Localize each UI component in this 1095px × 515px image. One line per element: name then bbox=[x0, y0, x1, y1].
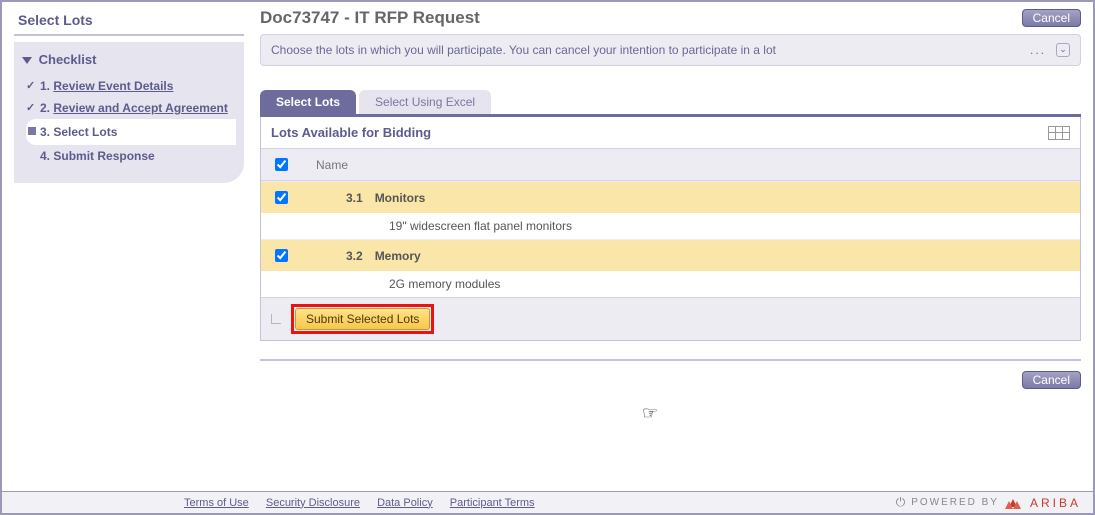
item-num: 4. bbox=[40, 149, 50, 163]
lot-row-1: 3.1 Monitors bbox=[261, 181, 1080, 213]
checklist-header[interactable]: Checklist bbox=[22, 52, 236, 75]
lot-name: Memory bbox=[375, 249, 421, 263]
content-divider bbox=[260, 359, 1081, 361]
cancel-button-bottom[interactable]: Cancel bbox=[1022, 371, 1081, 389]
content: Doc73747 - IT RFP Request Cancel Choose … bbox=[244, 8, 1081, 487]
grid-icon[interactable] bbox=[1048, 126, 1070, 140]
sidebar-divider bbox=[14, 34, 244, 36]
footer-bar: Terms of Use Security Disclosure Data Po… bbox=[2, 491, 1093, 513]
panel-title: Lots Available for Bidding bbox=[271, 125, 431, 140]
item-link[interactable]: Review Event Details bbox=[53, 79, 173, 93]
power-icon: ⏻ bbox=[896, 495, 908, 510]
checklist-label: Checklist bbox=[39, 52, 97, 67]
expand-icon[interactable]: ⌄ bbox=[1056, 43, 1070, 57]
item-label: Submit Response bbox=[53, 149, 154, 163]
tab-select-lots[interactable]: Select Lots bbox=[260, 90, 356, 114]
lot-checkbox[interactable] bbox=[275, 249, 288, 262]
checklist-box: Checklist ✓ 1. Review Event Details ✓ 2.… bbox=[14, 42, 244, 183]
instruction-more: ... bbox=[1026, 43, 1050, 57]
check-icon: ✓ bbox=[26, 101, 35, 114]
lot-num: 3.2 bbox=[316, 249, 363, 263]
cursor-icon: ☜ bbox=[642, 403, 658, 424]
corner-icon bbox=[271, 314, 281, 324]
ariba-icon bbox=[1005, 497, 1021, 509]
tab-select-excel[interactable]: Select Using Excel bbox=[359, 90, 491, 114]
sidebar-title: Select Lots bbox=[14, 8, 244, 32]
footer-link-participant[interactable]: Participant Terms bbox=[450, 497, 535, 509]
lot-desc-1: 19" widescreen flat panel monitors bbox=[261, 213, 1080, 239]
item-num: 2. bbox=[40, 101, 50, 115]
cancel-button[interactable]: Cancel bbox=[1022, 9, 1081, 27]
footer-links: Terms of Use Security Disclosure Data Po… bbox=[14, 497, 549, 509]
highlight-box: Submit Selected Lots bbox=[291, 304, 434, 334]
item-num: 1. bbox=[40, 79, 50, 93]
sidebar: Select Lots Checklist ✓ 1. Review Event … bbox=[14, 8, 244, 487]
instruction-bar: Choose the lots in which you will partic… bbox=[260, 34, 1081, 66]
checklist-item-3[interactable]: 3. Select Lots bbox=[26, 119, 236, 145]
panel-header: Lots Available for Bidding bbox=[261, 117, 1080, 148]
footer-link-data[interactable]: Data Policy bbox=[377, 497, 433, 509]
select-all-checkbox[interactable] bbox=[275, 158, 288, 171]
check-icon: ✓ bbox=[26, 79, 35, 92]
lot-desc-text: 2G memory modules bbox=[389, 277, 500, 291]
instruction-text: Choose the lots in which you will partic… bbox=[271, 43, 776, 57]
lot-checkbox[interactable] bbox=[275, 191, 288, 204]
item-link[interactable]: Review and Accept Agreement bbox=[53, 101, 228, 115]
doc-header: Doc73747 - IT RFP Request Cancel bbox=[260, 8, 1081, 34]
powered-label: POWERED BY bbox=[911, 497, 999, 508]
column-header: Name bbox=[261, 148, 1080, 181]
lot-desc-text: 19" widescreen flat panel monitors bbox=[389, 219, 572, 233]
ariba-brand: ARIBA bbox=[1030, 496, 1081, 510]
footer-link-terms[interactable]: Terms of Use bbox=[184, 497, 249, 509]
checklist-item-4[interactable]: 4. Submit Response bbox=[26, 145, 236, 167]
app-frame: Select Lots Checklist ✓ 1. Review Event … bbox=[0, 0, 1095, 515]
col-name: Name bbox=[316, 158, 348, 172]
checklist-item-2[interactable]: ✓ 2. Review and Accept Agreement bbox=[26, 97, 236, 119]
square-icon bbox=[28, 127, 36, 135]
tabs: Select Lots Select Using Excel bbox=[260, 90, 1081, 114]
lot-desc-2: 2G memory modules bbox=[261, 271, 1080, 297]
page-title: Doc73747 - IT RFP Request bbox=[260, 8, 480, 28]
lot-name: Monitors bbox=[375, 191, 426, 205]
chevron-down-icon bbox=[22, 57, 32, 64]
action-row: Submit Selected Lots bbox=[261, 297, 1080, 340]
submit-selected-lots-button[interactable]: Submit Selected Lots bbox=[295, 308, 430, 330]
item-label: Select Lots bbox=[53, 125, 117, 139]
lot-row-2: 3.2 Memory bbox=[261, 239, 1080, 271]
item-num: 3. bbox=[40, 125, 50, 139]
main-area: Select Lots Checklist ✓ 1. Review Event … bbox=[2, 2, 1093, 487]
footer-link-security[interactable]: Security Disclosure bbox=[266, 497, 360, 509]
footer-actions: Cancel bbox=[260, 371, 1081, 389]
checklist-item-1[interactable]: ✓ 1. Review Event Details bbox=[26, 75, 236, 97]
lots-panel: Lots Available for Bidding Name 3.1 Moni… bbox=[260, 117, 1081, 341]
lot-num: 3.1 bbox=[316, 191, 363, 205]
powered-by: ⏻ POWERED BY ARIBA bbox=[896, 495, 1081, 510]
checklist: ✓ 1. Review Event Details ✓ 2. Review an… bbox=[22, 75, 236, 167]
